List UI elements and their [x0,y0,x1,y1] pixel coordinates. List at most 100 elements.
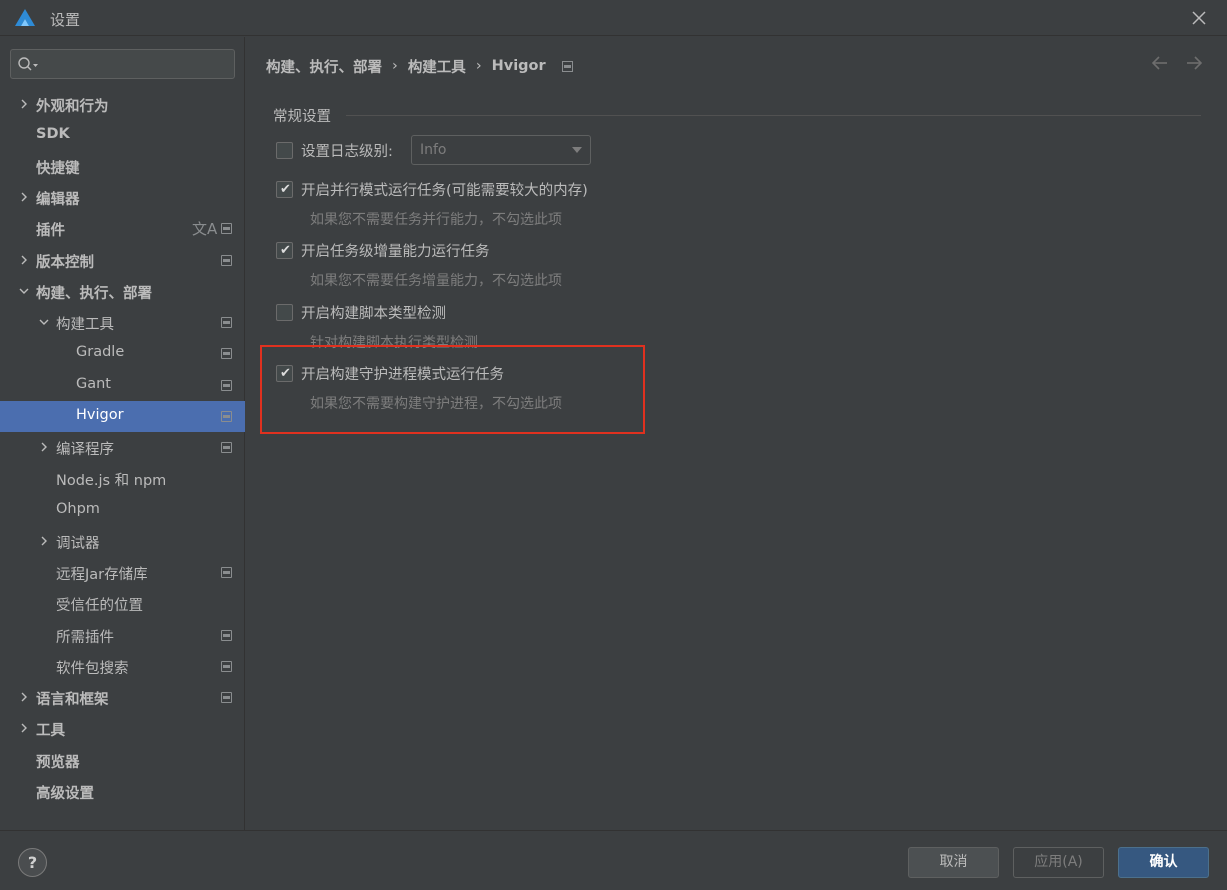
tree-item-appearance[interactable]: 外观和行为 [0,89,245,120]
log-level-checkbox[interactable] [276,142,293,159]
tree-item-label: 调试器 [56,536,100,552]
daemon-checkbox[interactable]: ✔ [276,365,293,382]
chevron-right-icon[interactable] [18,722,30,734]
daemon-label: 开启构建守护进程模式运行任务 [301,367,504,383]
settings-sidebar: 外观和行为 SDK 快捷键 编辑器 插件 文A 版本控制 构建、执行、部署 构建… [0,37,245,830]
tree-item-editor[interactable]: 编辑器 [0,182,245,213]
arrow-left-icon[interactable] [1150,53,1170,73]
daemon-hint: 如果您不需要构建守护进程，不勾选此项 [310,396,562,412]
breadcrumb-separator: › [392,58,398,74]
tree-item-gant[interactable]: Gant [0,370,245,401]
tree-item-previewer[interactable]: 预览器 [0,745,245,776]
tree-item-build-tools[interactable]: 构建工具 [0,307,245,338]
chevron-right-icon[interactable] [38,535,50,547]
dropdown-arrow-icon [572,147,582,153]
type-check-hint: 针对构建脚本执行类型检测 [310,335,478,351]
help-button[interactable]: ? [18,848,47,877]
chevron-down-icon[interactable] [18,285,30,297]
chevron-right-icon[interactable] [38,441,50,453]
settings-content: 构建、执行、部署 › 构建工具 › Hvigor 常规设置 设置日志级别: In… [246,37,1227,830]
incremental-checkbox[interactable]: ✔ [276,242,293,259]
tree-item-vcs[interactable]: 版本控制 [0,245,245,276]
chevron-down-icon[interactable] [38,316,50,328]
project-level-icon [221,348,232,359]
parallel-mode-checkbox[interactable]: ✔ [276,181,293,198]
tree-item-keymap[interactable]: 快捷键 [0,151,245,182]
breadcrumb-item-build-execution-deployment[interactable]: 构建、执行、部署 [266,56,382,77]
tree-item-label: Ohpm [56,501,100,517]
tree-item-tools[interactable]: 工具 [0,713,245,744]
tree-item-label: 外观和行为 [36,99,109,115]
section-title: 常规设置 [273,109,331,125]
log-level-select[interactable]: Info [411,135,591,165]
tree-item-nodejs[interactable]: Node.js 和 npm [0,463,245,494]
checkmark-icon: ✔ [280,366,291,381]
type-check-checkbox[interactable] [276,304,293,321]
tree-item-label: 语言和框架 [36,692,109,708]
incremental-hint: 如果您不需要任务增量能力，不勾选此项 [310,273,562,289]
tree-item-label: 所需插件 [56,630,114,646]
app-logo-icon [15,9,35,26]
tree-item-ohpm[interactable]: Ohpm [0,495,245,526]
project-level-icon [221,661,232,672]
tree-item-label: 版本控制 [36,255,94,271]
ok-button[interactable]: 确认 [1118,847,1209,878]
tree-item-debugger[interactable]: 调试器 [0,526,245,557]
tree-item-advanced-settings[interactable]: 高级设置 [0,776,245,807]
project-level-icon [221,317,232,328]
log-level-value: Info [420,142,447,158]
tree-item-label: 编辑器 [36,192,80,208]
close-icon[interactable] [1189,8,1209,28]
section-divider [346,115,1201,116]
chevron-right-icon[interactable] [18,691,30,703]
dialog-footer: ? 取消 应用(A) 确认 [0,830,1227,890]
parallel-mode-label: 开启并行模式运行任务(可能需要较大的内存) [301,183,588,199]
translate-icon: 文A [192,220,218,238]
tree-item-label: 插件 [36,223,65,239]
incremental-label: 开启任务级增量能力运行任务 [301,244,490,260]
project-level-icon [221,567,232,578]
breadcrumb-item-build-tools[interactable]: 构建工具 [408,56,466,77]
project-level-icon [561,60,573,72]
tree-item-hvigor[interactable]: Hvigor [0,401,245,432]
project-level-icon [221,630,232,641]
tree-item-gradle[interactable]: Gradle [0,338,245,369]
tree-item-package-search[interactable]: 软件包搜索 [0,651,245,682]
tree-item-label: Hvigor [76,407,124,423]
chevron-right-icon[interactable] [18,98,30,110]
project-level-icon [221,411,232,422]
tree-item-plugins[interactable]: 插件 文A [0,213,245,244]
tree-item-remote-jar[interactable]: 远程Jar存储库 [0,557,245,588]
parallel-mode-hint: 如果您不需要任务并行能力，不勾选此项 [310,212,562,228]
tree-item-label: Gant [76,376,111,392]
tree-item-label: 构建工具 [56,317,114,333]
project-level-icon [221,380,232,391]
search-icon [18,57,38,71]
apply-button[interactable]: 应用(A) [1013,847,1104,878]
tree-item-trusted-locations[interactable]: 受信任的位置 [0,588,245,619]
project-level-icon [221,442,232,453]
tree-item-label: 远程Jar存储库 [56,567,148,583]
breadcrumb-separator: › [475,58,482,74]
project-level-icon [221,223,232,234]
project-level-icon [221,255,232,266]
tree-item-compiler[interactable]: 编译程序 [0,432,245,463]
search-input[interactable] [43,54,228,74]
checkmark-icon: ✔ [280,182,291,197]
cancel-button[interactable]: 取消 [908,847,999,878]
chevron-right-icon[interactable] [18,191,30,203]
tree-item-required-plugins[interactable]: 所需插件 [0,620,245,651]
tree-item-label: SDK [36,126,70,142]
tree-item-label: 编译程序 [56,442,114,458]
arrow-right-icon[interactable] [1184,53,1204,73]
tree-item-label: 高级设置 [36,786,94,802]
search-box[interactable] [10,49,235,79]
title-bar: 设置 [0,0,1227,36]
chevron-right-icon[interactable] [18,254,30,266]
log-level-label: 设置日志级别: [301,144,393,160]
tree-item-label: 快捷键 [36,161,80,177]
tree-item-languages-frameworks[interactable]: 语言和框架 [0,682,245,713]
tree-item-build-execution-deployment[interactable]: 构建、执行、部署 [0,276,245,307]
tree-item-sdk[interactable]: SDK [0,120,245,151]
highlight-box [260,345,645,434]
